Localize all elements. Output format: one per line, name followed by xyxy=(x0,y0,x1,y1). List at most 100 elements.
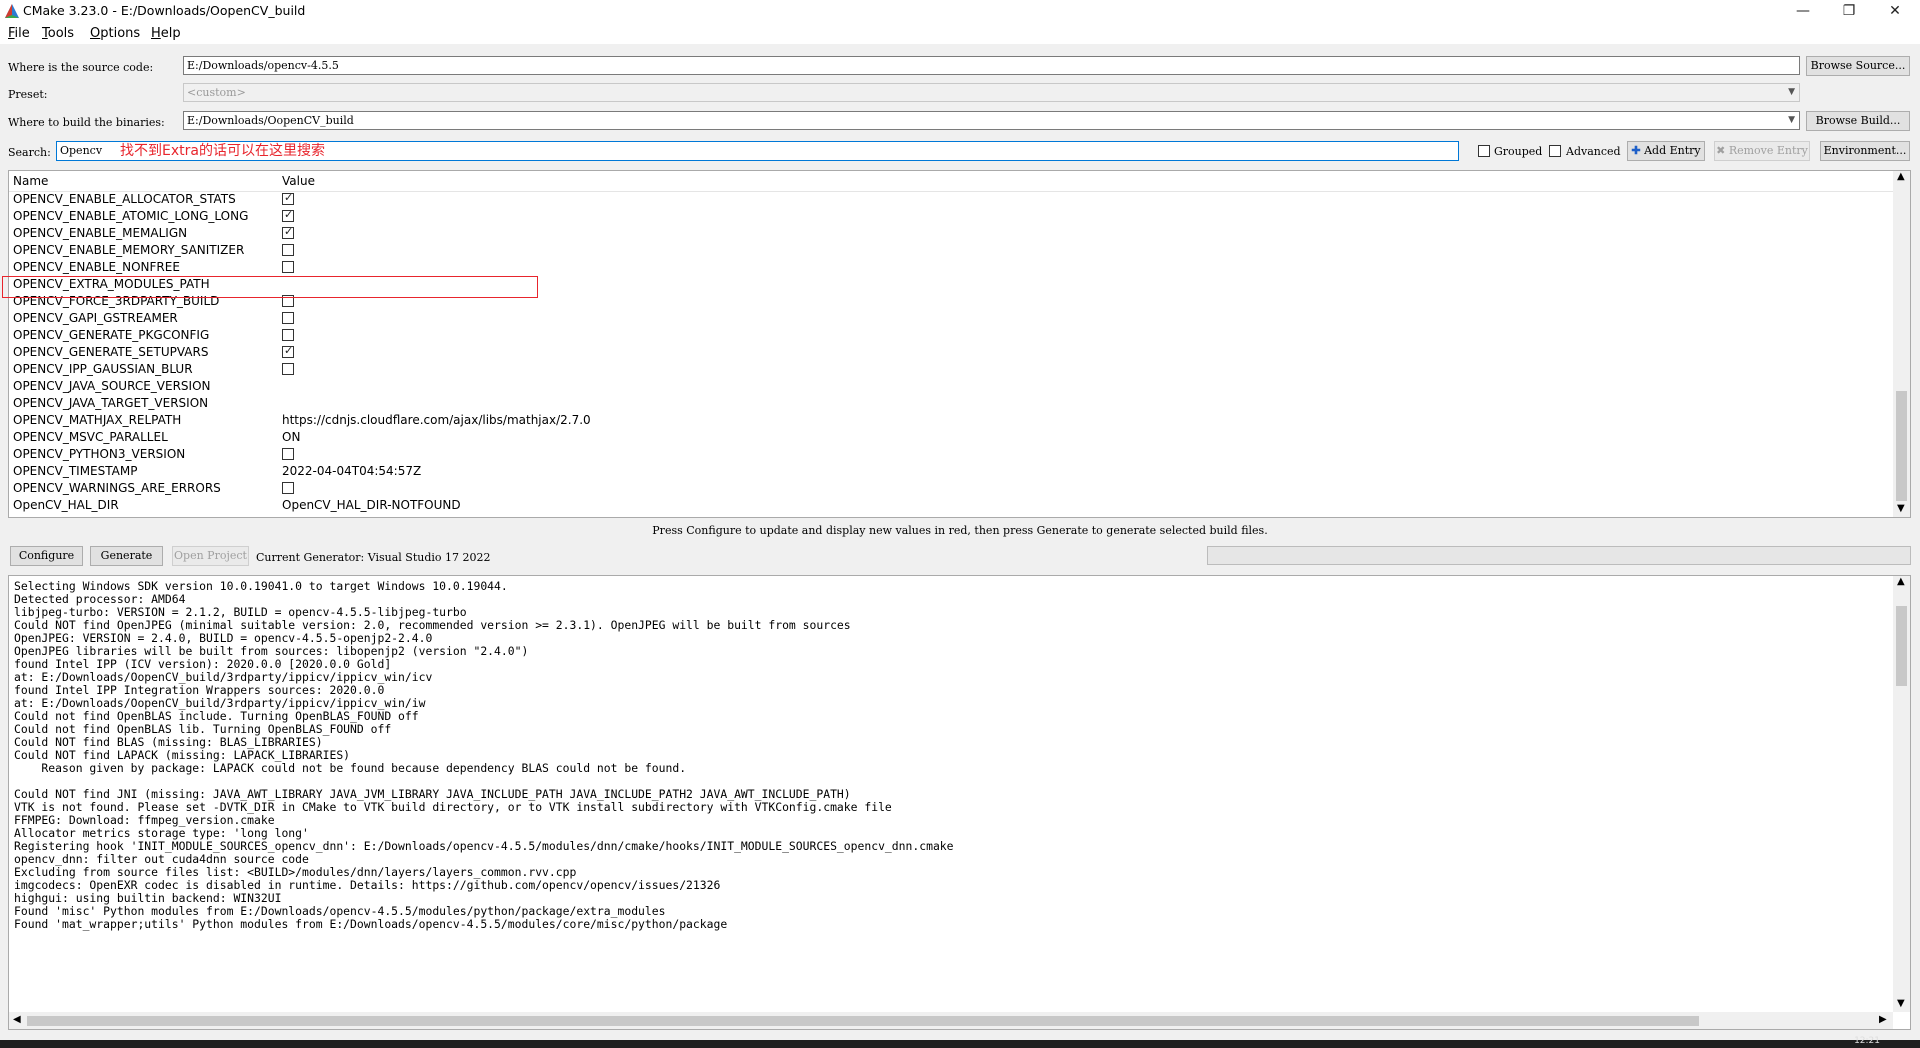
scroll-up-icon[interactable]: ▲ xyxy=(1897,171,1905,182)
preset-select: <custom> ▼ xyxy=(183,83,1800,102)
add-entry-label: Add Entry xyxy=(1644,144,1701,157)
chevron-down-icon[interactable]: ▼ xyxy=(1788,112,1795,129)
table-row[interactable]: OPENCV_ENABLE_ATOMIC_LONG_LONG ✓ xyxy=(9,208,1893,225)
source-label: Where is the source code: xyxy=(8,61,154,74)
scroll-up-icon[interactable]: ▲ xyxy=(1897,576,1905,587)
add-entry-button[interactable]: ✚ Add Entry xyxy=(1627,141,1705,161)
entry-name: OPENCV_ENABLE_MEMALIGN xyxy=(13,226,188,240)
entry-value[interactable]: https://cdnjs.cloudflare.com/ajax/libs/m… xyxy=(282,413,591,427)
environment-button[interactable]: Environment... xyxy=(1820,141,1910,161)
entry-checkbox[interactable] xyxy=(282,329,294,341)
table-row[interactable]: OPENCV_ENABLE_MEMALIGN ✓ xyxy=(9,225,1893,242)
scroll-thumb[interactable] xyxy=(1896,606,1907,686)
table-row[interactable]: OPENCV_IPP_GAUSSIAN_BLUR xyxy=(9,361,1893,378)
source-path-input[interactable]: E:/Downloads/opencv-4.5.5 xyxy=(183,56,1800,75)
browse-build-button[interactable]: Browse Build... xyxy=(1806,111,1910,131)
browse-source-button[interactable]: Browse Source... xyxy=(1806,56,1910,76)
advanced-checkbox[interactable] xyxy=(1549,145,1561,157)
close-button[interactable]: ✕ xyxy=(1872,0,1918,22)
table-row[interactable]: OPENCV_MATHJAX_RELPATH https://cdnjs.clou… xyxy=(9,412,1893,429)
table-row[interactable]: OPENCV_JAVA_SOURCE_VERSION xyxy=(9,378,1893,395)
entry-checkbox[interactable]: ✓ xyxy=(282,344,294,358)
table-row[interactable]: OPENCV_PYTHON3_VERSION xyxy=(9,446,1893,463)
checkmark-icon: ✓ xyxy=(284,344,294,357)
chevron-down-icon: ▼ xyxy=(1788,87,1795,97)
entry-checkbox[interactable] xyxy=(282,448,294,460)
table-row[interactable]: OPENCV_MSVC_PARALLEL ON xyxy=(9,429,1893,446)
table-row[interactable]: OPENCV_WARNINGS_ARE_ERRORS xyxy=(9,480,1893,497)
table-row[interactable]: OPENCV_ENABLE_ALLOCATOR_STATS ✓ xyxy=(9,191,1893,208)
menu-help[interactable]: Help xyxy=(151,26,181,41)
table-row[interactable]: OPENCV_TIMESTAMP 2022-04-04T04:54:57Z xyxy=(9,463,1893,480)
grouped-checkbox[interactable] xyxy=(1478,145,1490,157)
table-row[interactable]: OpenCV_HAL_DIR OpenCV_HAL_DIR-NOTFOUND xyxy=(9,497,1893,514)
entry-value[interactable]: 2022-04-04T04:54:57Z xyxy=(282,464,421,478)
entry-value[interactable]: OpenCV_HAL_DIR-NOTFOUND xyxy=(282,498,461,512)
entry-checkbox[interactable] xyxy=(282,261,294,273)
output-log[interactable]: Selecting Windows SDK version 10.0.19041… xyxy=(8,575,1911,1030)
menu-file[interactable]: File xyxy=(8,26,30,41)
log-line: at: E:/Downloads/OopenCV_build/3rdparty/… xyxy=(14,670,433,684)
log-line: Registering hook 'INIT_MODULE_SOURCES_op… xyxy=(14,839,954,853)
preset-label: Preset: xyxy=(8,88,48,101)
log-line: OpenJPEG libraries will be built from so… xyxy=(14,644,529,658)
log-horizontal-scrollbar[interactable]: ◀ ▶ xyxy=(9,1012,1893,1029)
table-row[interactable]: OPENCV_ENABLE_NONFREE xyxy=(9,259,1893,276)
log-line: at: E:/Downloads/OopenCV_build/3rdparty/… xyxy=(14,696,426,710)
log-line: FFMPEG: Download: ffmpeg_version.cmake xyxy=(14,813,275,827)
table-row[interactable]: OPENCV_GENERATE_SETUPVARS ✓ xyxy=(9,344,1893,361)
log-line: Could NOT find LAPACK (missing: LAPACK_L… xyxy=(14,748,351,762)
log-line: Could NOT find OpenJPEG (minimal suitabl… xyxy=(14,618,851,632)
entry-name: OPENCV_GENERATE_PKGCONFIG xyxy=(13,328,210,342)
log-line: VTK is not found. Please set -DVTK_DIR i… xyxy=(14,800,892,814)
entry-checkbox[interactable] xyxy=(282,363,294,375)
cmake-logo-icon xyxy=(5,4,19,18)
minimize-button[interactable]: — xyxy=(1780,0,1826,22)
search-input-value: Opencv xyxy=(60,144,103,157)
menu-bar: File Tools Options Help xyxy=(0,22,1920,44)
log-line: Selecting Windows SDK version 10.0.19041… xyxy=(14,579,508,593)
column-header-value[interactable]: Value xyxy=(282,174,315,188)
table-row[interactable]: OPENCV_ENABLE_MEMORY_SANITIZER xyxy=(9,242,1893,259)
maximize-button[interactable]: ❐ xyxy=(1826,0,1872,22)
table-vertical-scrollbar[interactable]: ▲ ▼ xyxy=(1893,171,1910,517)
search-label: Search: xyxy=(8,146,51,159)
build-path-select[interactable]: E:/Downloads/OopenCV_build ▼ xyxy=(183,111,1800,130)
entry-checkbox[interactable] xyxy=(282,482,294,494)
table-row[interactable]: OPENCV_GAPI_GSTREAMER xyxy=(9,310,1893,327)
entry-name: OPENCV_MATHJAX_RELPATH xyxy=(13,413,182,427)
entry-name: OPENCV_ENABLE_ATOMIC_LONG_LONG xyxy=(13,209,249,223)
taskbar: 12:21 xyxy=(0,1036,1920,1048)
scroll-down-icon[interactable]: ▼ xyxy=(1897,503,1905,514)
remove-entry-button[interactable]: ✖ Remove Entry xyxy=(1714,141,1810,161)
menu-tools[interactable]: Tools xyxy=(42,26,74,41)
menu-options[interactable]: Options xyxy=(90,26,140,41)
configure-button[interactable]: Configure xyxy=(10,546,83,566)
scroll-right-icon[interactable]: ▶ xyxy=(1879,1014,1887,1025)
entry-checkbox[interactable] xyxy=(282,312,294,324)
entry-name: OPENCV_WARNINGS_ARE_ERRORS xyxy=(13,481,221,495)
scroll-down-icon[interactable]: ▼ xyxy=(1897,998,1905,1009)
scroll-thumb[interactable] xyxy=(27,1016,1699,1026)
log-line: libjpeg-turbo: VERSION = 2.1.2, BUILD = … xyxy=(14,605,467,619)
entry-checkbox[interactable]: ✓ xyxy=(282,225,294,239)
entry-value[interactable]: ON xyxy=(282,430,300,444)
entry-checkbox[interactable]: ✓ xyxy=(282,208,294,222)
table-row[interactable]: OPENCV_GENERATE_PKGCONFIG xyxy=(9,327,1893,344)
cache-entries-table: Name Value OPENCV_ENABLE_ALLOCATOR_STATS… xyxy=(8,170,1911,518)
log-vertical-scrollbar[interactable]: ▲ ▼ xyxy=(1893,576,1910,1012)
scroll-thumb[interactable] xyxy=(1896,391,1907,501)
remove-icon: ✖ xyxy=(1716,144,1726,157)
remove-entry-label: Remove Entry xyxy=(1728,144,1808,157)
log-line: Found 'mat_wrapper;utils' Python modules… xyxy=(14,917,728,931)
table-row[interactable]: OPENCV_JAVA_TARGET_VERSION xyxy=(9,395,1893,412)
log-line: OpenJPEG: VERSION = 2.4.0, BUILD = openc… xyxy=(14,631,433,645)
entry-checkbox[interactable]: ✓ xyxy=(282,191,294,205)
entry-name: OPENCV_MSVC_PARALLEL xyxy=(13,430,168,444)
scroll-left-icon[interactable]: ◀ xyxy=(13,1014,21,1025)
generate-button[interactable]: Generate xyxy=(90,546,163,566)
entry-name: OPENCV_GENERATE_SETUPVARS xyxy=(13,345,209,359)
open-project-button[interactable]: Open Project xyxy=(172,546,249,566)
column-header-name[interactable]: Name xyxy=(13,174,48,188)
entry-checkbox[interactable] xyxy=(282,244,294,256)
